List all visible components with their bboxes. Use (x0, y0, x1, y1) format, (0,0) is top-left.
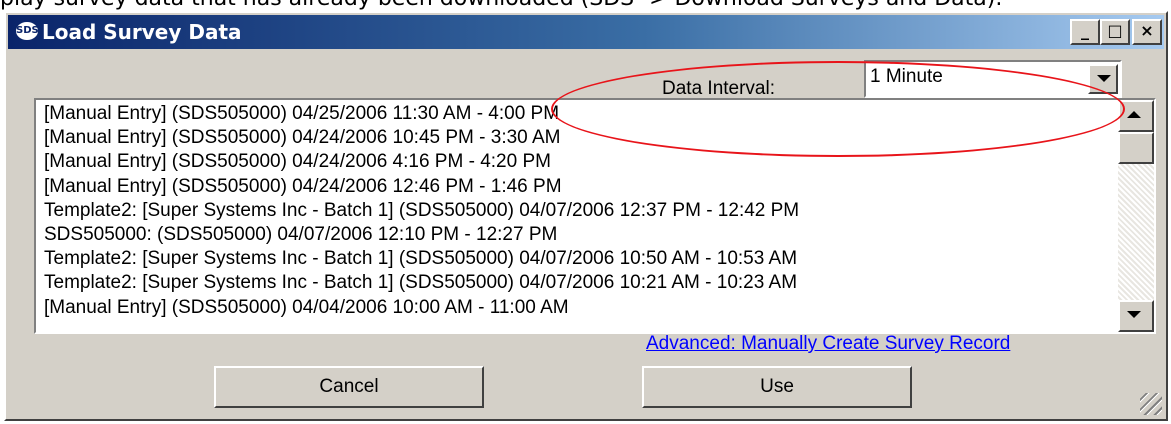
maximize-button[interactable]: □ (1100, 19, 1130, 45)
minimize-button[interactable]: _ (1070, 19, 1100, 45)
sds-app-icon: SDS (16, 22, 39, 40)
survey-list-item[interactable]: Template2: [Super Systems Inc - Batch 1]… (44, 247, 1114, 271)
survey-list-item[interactable]: [Manual Entry] (SDS505000) 04/24/2006 10… (44, 126, 1114, 150)
vertical-scrollbar[interactable] (1118, 100, 1154, 332)
window-title: Load Survey Data (42, 20, 242, 44)
dropdown-button[interactable] (1088, 64, 1118, 94)
advanced-create-survey-link[interactable]: Advanced: Manually Create Survey Record (646, 333, 1010, 355)
survey-list-item[interactable]: [Manual Entry] (SDS505000) 04/25/2006 11… (44, 102, 1114, 126)
resize-grip[interactable] (1140, 393, 1162, 415)
scroll-down-button[interactable] (1118, 300, 1154, 332)
cancel-button[interactable]: Cancel (214, 366, 484, 408)
data-interval-select[interactable]: 1 Minute (864, 60, 1122, 98)
survey-list[interactable]: [Manual Entry] (SDS505000) 04/25/2006 11… (34, 98, 1156, 334)
survey-list-item[interactable]: [Manual Entry] (SDS505000) 04/24/2006 12… (44, 175, 1114, 199)
scroll-up-button[interactable] (1118, 100, 1154, 132)
survey-list-items: [Manual Entry] (SDS505000) 04/25/2006 11… (44, 102, 1114, 320)
survey-list-item[interactable]: [Manual Entry] (SDS505000) 04/04/2006 10… (44, 296, 1114, 320)
title-bar[interactable]: SDS Load Survey Data _ □ × (8, 15, 1164, 49)
load-survey-dialog: SDS Load Survey Data _ □ × Data Interval… (4, 11, 1168, 421)
data-interval-label: Data Interval: (662, 78, 775, 99)
survey-list-item[interactable]: Template2: [Super Systems Inc - Batch 1]… (44, 271, 1114, 295)
survey-list-item[interactable]: Template2: [Super Systems Inc - Batch 1]… (44, 199, 1114, 223)
arrow-down-icon (1127, 311, 1141, 318)
use-button[interactable]: Use (642, 366, 912, 408)
data-interval-value: 1 Minute (870, 66, 943, 87)
arrow-up-icon (1127, 111, 1141, 118)
survey-list-item[interactable]: [Manual Entry] (SDS505000) 04/24/2006 4:… (44, 150, 1114, 174)
scroll-thumb[interactable] (1118, 132, 1154, 164)
page-caption: play survey data that has already been d… (0, 0, 1171, 11)
chevron-down-icon (1097, 75, 1111, 82)
close-button[interactable]: × (1132, 19, 1162, 45)
survey-list-item[interactable]: SDS505000: (SDS505000) 04/07/2006 12:10 … (44, 223, 1114, 247)
